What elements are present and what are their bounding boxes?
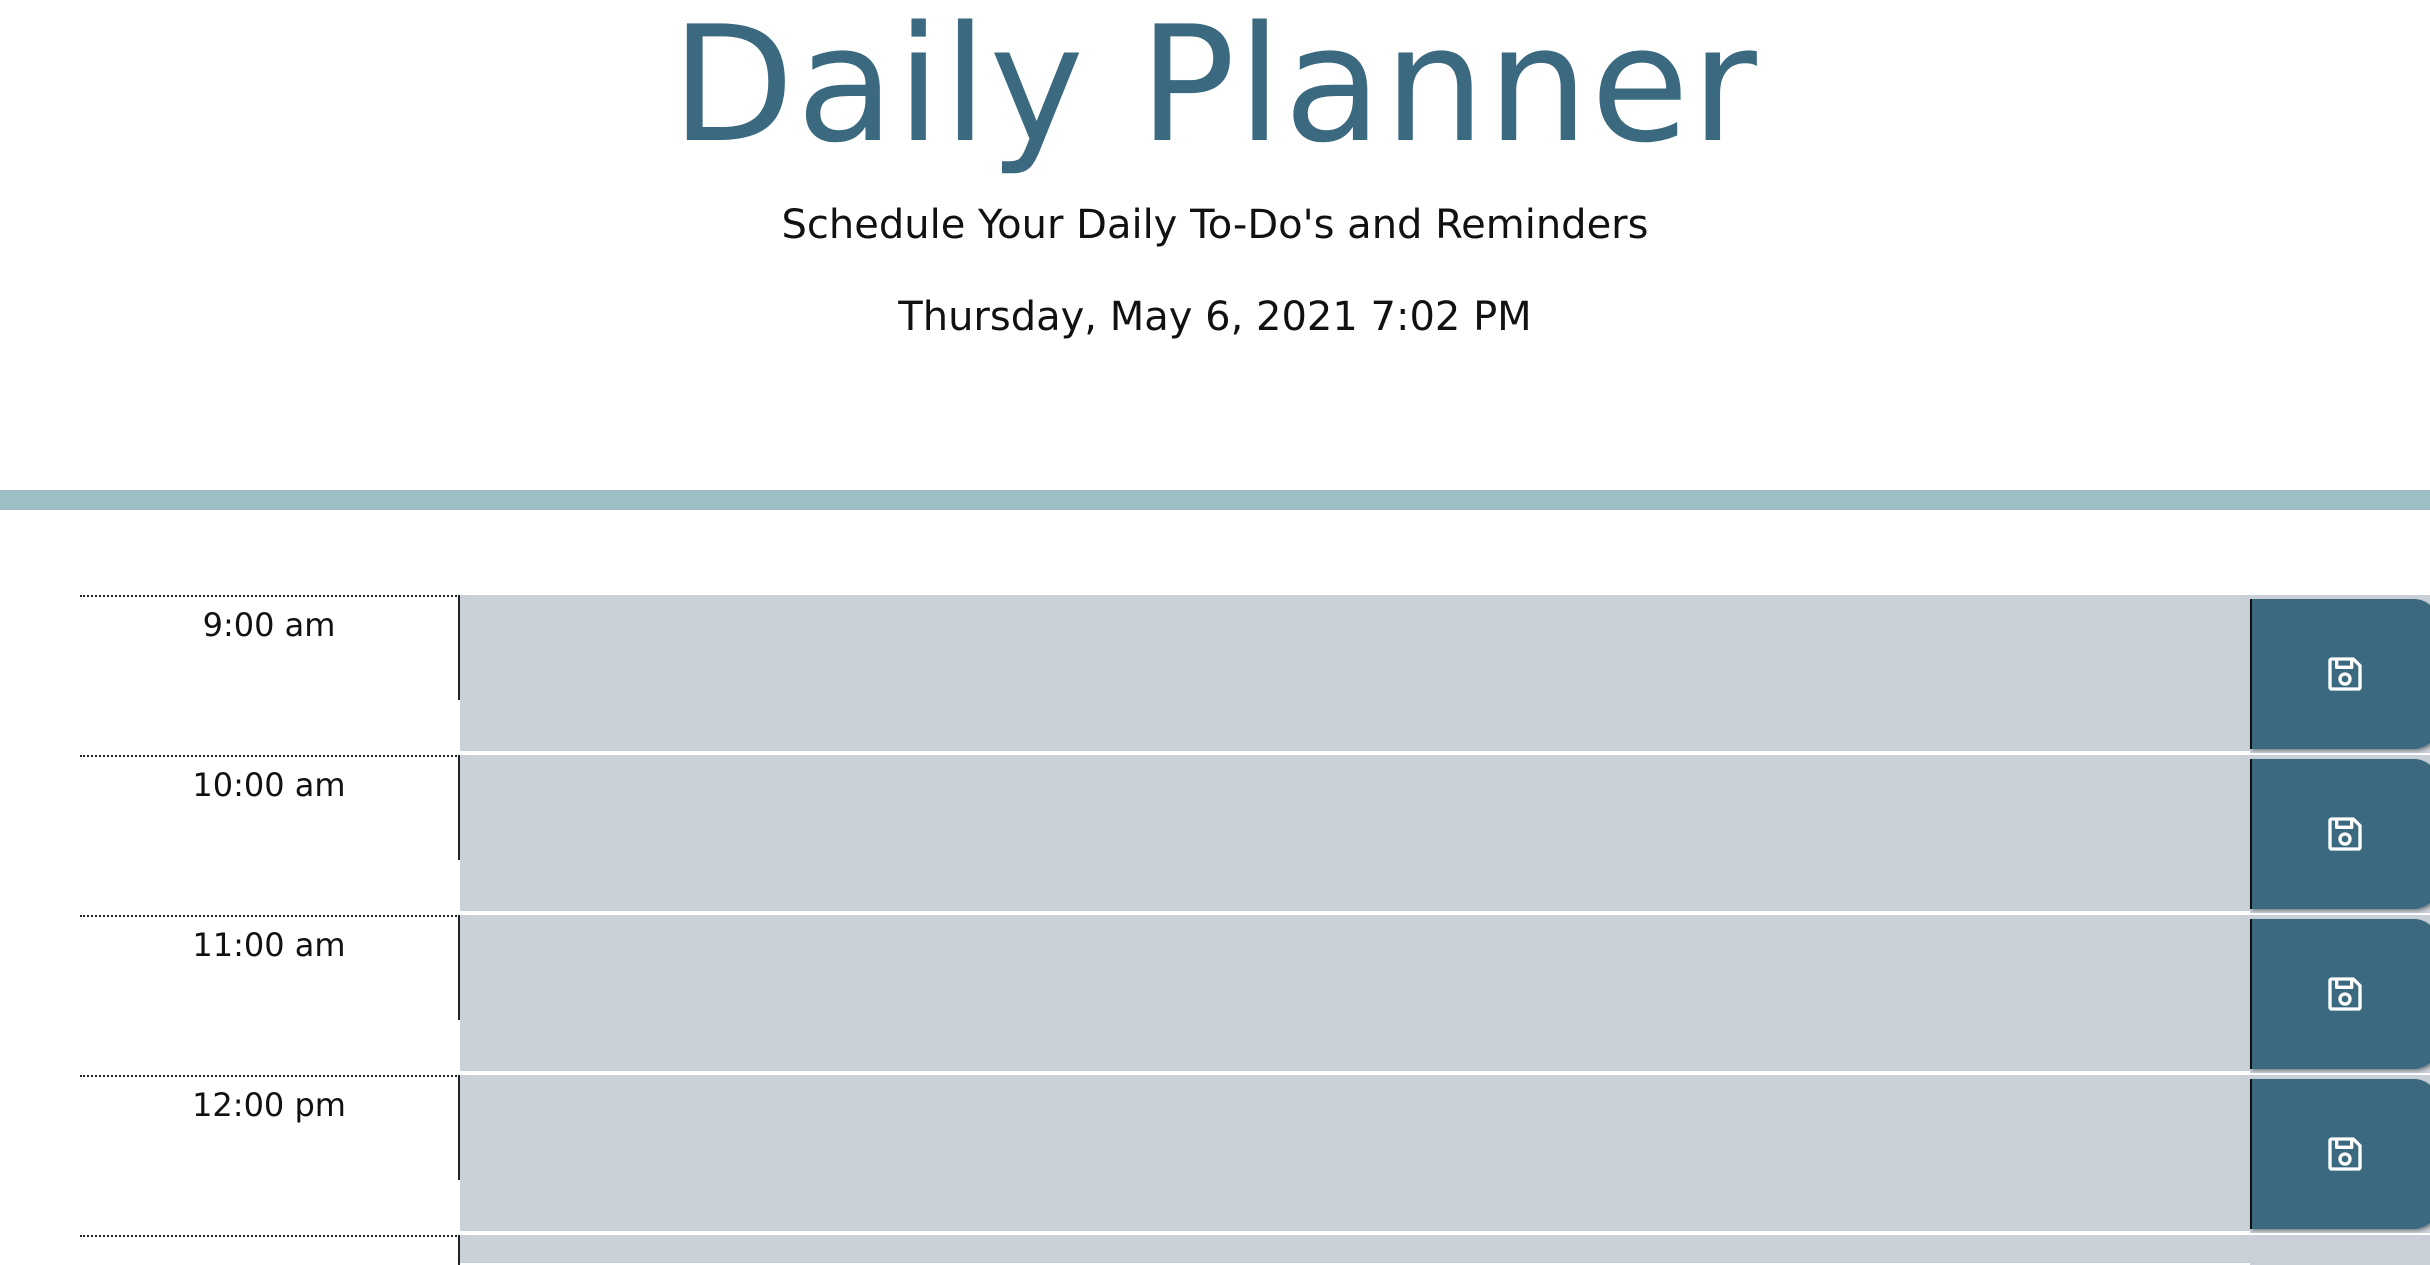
floppy-disk-icon: [2328, 657, 2362, 691]
hour-label: 11:00 am: [80, 915, 460, 1020]
event-description-input[interactable]: [460, 915, 2252, 1073]
event-description-input[interactable]: [460, 1075, 2252, 1233]
event-description-input[interactable]: [460, 1235, 2252, 1265]
save-button[interactable]: [2250, 759, 2430, 909]
save-button[interactable]: [2250, 1079, 2430, 1229]
planner-container: 9:00 am 10:00 am 11:00 am 12:00 pm: [80, 595, 2430, 1265]
floppy-disk-icon: [2328, 977, 2362, 1011]
save-button[interactable]: [2250, 599, 2430, 749]
save-button[interactable]: [2250, 919, 2430, 1069]
page-subtitle: Schedule Your Daily To-Do's and Reminder…: [781, 202, 1649, 248]
event-description-input[interactable]: [460, 595, 2252, 753]
hour-label: [80, 1235, 460, 1265]
time-block-row: 10:00 am: [80, 755, 2430, 915]
floppy-disk-icon: [2328, 1137, 2362, 1171]
event-description-input[interactable]: [460, 755, 2252, 913]
time-block-row: 9:00 am: [80, 595, 2430, 755]
hour-label: 12:00 pm: [80, 1075, 460, 1180]
hour-label: 10:00 am: [80, 755, 460, 860]
time-block-row-partial: [80, 1235, 2430, 1265]
save-button-track: [2250, 1235, 2430, 1265]
page-title: Daily Planner: [671, 0, 1759, 178]
time-block-row: 11:00 am: [80, 915, 2430, 1075]
hour-label: 9:00 am: [80, 595, 460, 700]
time-block-row: 12:00 pm: [80, 1075, 2430, 1235]
floppy-disk-icon: [2328, 817, 2362, 851]
current-date-time: Thursday, May 6, 2021 7:02 PM: [898, 294, 1532, 340]
header: Daily Planner Schedule Your Daily To-Do'…: [0, 0, 2430, 510]
